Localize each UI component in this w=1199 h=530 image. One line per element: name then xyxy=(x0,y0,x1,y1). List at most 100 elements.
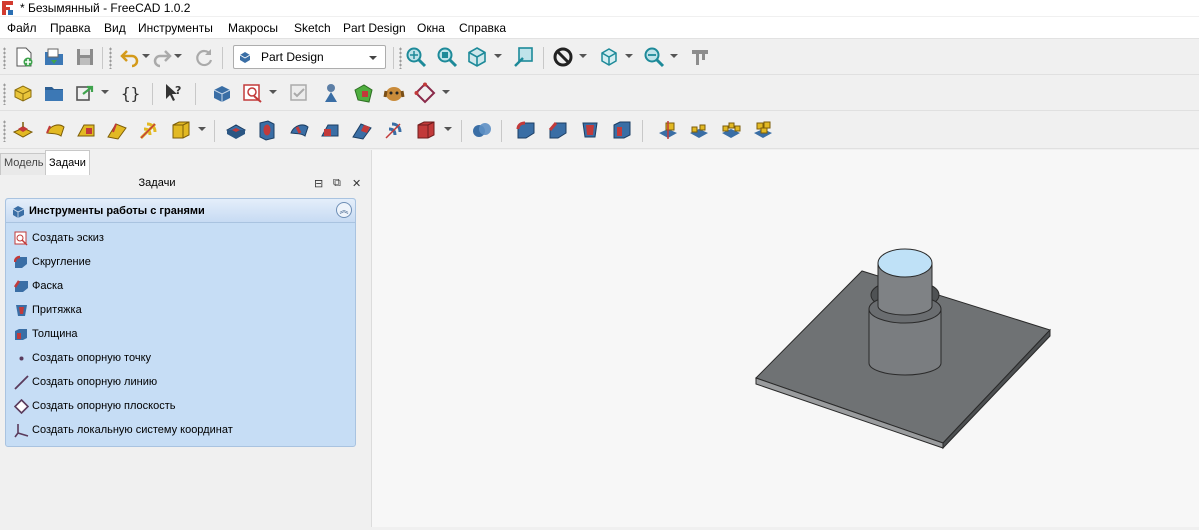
multi-transform-icon[interactable] xyxy=(752,119,774,141)
measure-icon[interactable] xyxy=(689,46,711,68)
datum-line-icon xyxy=(14,375,29,390)
thickness-icon[interactable] xyxy=(611,119,633,141)
task-datum-line[interactable]: Создать опорную линию xyxy=(14,373,344,391)
toolbar-grip[interactable] xyxy=(109,47,112,69)
freecad-logo-icon xyxy=(2,1,13,15)
additive-helix-icon[interactable] xyxy=(138,119,160,141)
toolbar-structure: {} ? xyxy=(0,75,1199,111)
additive-box-icon[interactable] xyxy=(170,119,192,141)
toolbar-grip[interactable] xyxy=(3,83,6,105)
panel-title: Задачи xyxy=(138,177,176,189)
menu-sketch[interactable]: Sketch xyxy=(294,21,331,35)
collapse-icon[interactable]: ︽ xyxy=(336,202,352,218)
menu-macros[interactable]: Макросы xyxy=(228,21,278,35)
tab-model[interactable]: Модель xyxy=(0,153,48,175)
subtractive-helix-icon[interactable] xyxy=(383,119,405,141)
create-sketch-icon[interactable] xyxy=(242,82,264,104)
linear-pattern-icon[interactable] xyxy=(688,119,710,141)
task-label: Создать локальную систему координат xyxy=(32,424,233,436)
task-label: Фаска xyxy=(32,280,64,292)
thickness-icon xyxy=(15,329,27,340)
revolution-icon[interactable] xyxy=(44,119,66,141)
task-label: Притяжка xyxy=(32,304,82,316)
taskbox-title: Инструменты работы с гранями xyxy=(29,205,205,217)
menu-tools[interactable]: Инструменты xyxy=(138,21,213,35)
task-datum-point[interactable]: Создать опорную точку xyxy=(14,349,344,367)
isometric-view-icon[interactable] xyxy=(466,46,488,68)
part-design-body-icon xyxy=(12,206,25,218)
draft-icon xyxy=(16,305,27,316)
fillet-icon[interactable] xyxy=(515,119,537,141)
task-datum-plane[interactable]: Создать опорную плоскость xyxy=(14,397,344,415)
float-panel-icon[interactable]: ⊟ xyxy=(314,177,323,190)
toolbar-features xyxy=(0,112,1199,149)
new-document-icon[interactable] xyxy=(13,46,35,68)
subtractive-pipe-icon[interactable] xyxy=(351,119,373,141)
title-bar: * Безымянный - FreeCAD 1.0.2 xyxy=(0,0,1199,16)
validate-sketch-icon[interactable] xyxy=(288,82,310,104)
draft-icon[interactable] xyxy=(579,119,601,141)
pad-icon[interactable] xyxy=(12,119,34,141)
toolbar-grip[interactable] xyxy=(3,120,6,142)
3d-viewport[interactable] xyxy=(371,150,1199,527)
task-chamfer[interactable]: Фаска xyxy=(14,277,344,295)
undock-panel-icon[interactable]: ⧉ xyxy=(333,177,341,190)
menu-edit[interactable]: Правка xyxy=(50,21,91,35)
box-zoom-icon[interactable] xyxy=(513,46,535,68)
variable-set-icon[interactable]: {} xyxy=(120,82,142,104)
menu-part-design[interactable]: Part Design xyxy=(343,21,406,35)
datum-point-icon xyxy=(19,356,24,361)
save-document-icon[interactable] xyxy=(74,46,96,68)
task-fillet[interactable]: Скругление xyxy=(14,253,344,271)
subtractive-box-icon[interactable] xyxy=(415,119,437,141)
link-actions-icon[interactable] xyxy=(74,82,96,104)
mirrored-icon[interactable] xyxy=(657,119,679,141)
window-title: * Безымянный - FreeCAD 1.0.2 xyxy=(20,1,191,15)
close-panel-icon[interactable]: ✕ xyxy=(352,177,361,190)
menu-help[interactable]: Справка xyxy=(459,21,506,35)
model-render xyxy=(755,248,1051,450)
subtractive-loft-icon[interactable] xyxy=(319,119,341,141)
task-local-coordinate-system[interactable]: Создать локальную систему координат xyxy=(14,421,344,439)
workbench-selector[interactable]: Part Design xyxy=(233,45,386,69)
stereo-view-icon[interactable] xyxy=(598,46,620,68)
groove-icon[interactable] xyxy=(288,119,310,141)
task-create-sketch[interactable]: Создать эскиз xyxy=(14,229,344,247)
open-document-icon[interactable] xyxy=(43,46,65,68)
toolbar-grip[interactable] xyxy=(399,47,402,69)
clone-icon[interactable] xyxy=(383,82,405,104)
zoom-icon[interactable] xyxy=(643,46,665,68)
create-body-icon[interactable] xyxy=(211,82,233,104)
shape-binder-icon[interactable] xyxy=(320,82,342,104)
fillet-icon xyxy=(14,255,27,268)
create-part-icon[interactable] xyxy=(12,82,34,104)
hole-icon[interactable] xyxy=(256,119,278,141)
workbench-selected: Part Design xyxy=(261,50,324,64)
menu-view[interactable]: Вид xyxy=(104,21,126,35)
additive-pipe-icon[interactable] xyxy=(106,119,128,141)
menu-windows[interactable]: Окна xyxy=(417,21,445,35)
toolbar-grip[interactable] xyxy=(3,47,6,69)
boolean-icon[interactable] xyxy=(471,119,493,141)
draw-style-icon[interactable] xyxy=(552,46,574,68)
datum-plane-icon[interactable] xyxy=(414,82,436,104)
tasks-panel: Задачи ⊟ ⧉ ✕ Инструменты работы с граням… xyxy=(0,175,371,527)
menu-file[interactable]: Файл xyxy=(7,21,37,35)
pocket-icon[interactable] xyxy=(225,119,247,141)
polar-pattern-icon[interactable] xyxy=(720,119,742,141)
fit-selection-icon[interactable] xyxy=(436,46,458,68)
redo-icon[interactable] xyxy=(151,46,173,68)
undo-icon[interactable] xyxy=(119,46,141,68)
task-thickness[interactable]: Толщина xyxy=(14,325,344,343)
fit-all-icon[interactable] xyxy=(405,46,427,68)
part-design-workbench-icon xyxy=(239,52,251,63)
create-group-icon[interactable] xyxy=(43,82,65,104)
whats-this-icon[interactable]: ? xyxy=(163,82,185,104)
tab-tasks[interactable]: Задачи xyxy=(45,150,90,175)
chamfer-icon[interactable] xyxy=(547,119,569,141)
task-draft[interactable]: Притяжка xyxy=(14,301,344,319)
refresh-icon[interactable] xyxy=(193,46,215,68)
additive-loft-icon[interactable] xyxy=(75,119,97,141)
task-label: Создать опорную линию xyxy=(32,376,158,388)
subshape-binder-icon[interactable] xyxy=(352,82,374,104)
